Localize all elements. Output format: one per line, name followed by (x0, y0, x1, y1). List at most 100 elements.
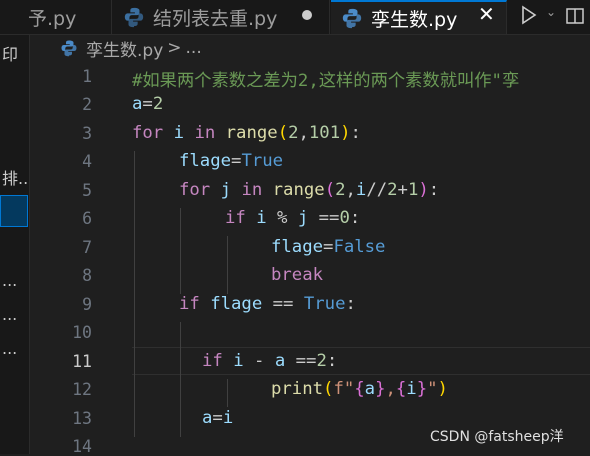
breadcrumb-file[interactable]: 孪生数.py (86, 36, 163, 61)
code-token: ( (324, 180, 336, 200)
code-token: i (233, 351, 244, 371)
line-number: 2 (82, 95, 92, 114)
code-token: a (132, 94, 143, 114)
tab-2[interactable]: 结列表去重.py (113, 0, 330, 34)
tab-1[interactable]: 予.py (0, 0, 112, 34)
line-number: 6 (82, 209, 92, 228)
code-token: == (308, 208, 340, 228)
code-line[interactable]: for j in range(2,i//2+1): (179, 180, 439, 200)
current-line-highlight (132, 347, 590, 375)
tab-label: 孪生数.py (371, 8, 458, 31)
line-number-current: 11 (72, 352, 92, 371)
code-line[interactable]: if flage == True: (179, 294, 356, 314)
sidebar-selected-item[interactable] (0, 195, 28, 227)
code-token: in (194, 123, 216, 143)
code-token: , (298, 123, 309, 143)
line-number: 8 (82, 266, 92, 285)
code-token: - (243, 351, 275, 371)
code-token: print (271, 379, 324, 399)
code-token: : (350, 123, 361, 143)
python-file-icon (124, 7, 144, 28)
code-token: False (333, 237, 386, 257)
code-token: a (202, 408, 213, 428)
line-number: 10 (72, 323, 92, 342)
code-token: { (395, 379, 407, 399)
code-token: j (220, 180, 232, 200)
line-number: 13 (72, 409, 92, 428)
indent-guide (180, 208, 181, 294)
breadcrumb[interactable]: 孪生数.py > ... (60, 36, 202, 61)
code-line[interactable]: for i in range(2,101): (132, 123, 361, 143)
code-token: i (173, 123, 185, 143)
code-line[interactable]: if i % j ==0: (225, 208, 360, 228)
code-token: } (416, 379, 428, 399)
code-token: = (142, 94, 153, 114)
code-token: == (285, 351, 317, 371)
indent-guide (180, 322, 181, 437)
sidebar-fragment[interactable]: ... (2, 271, 17, 290)
code-token: if (225, 208, 246, 228)
sidebar-fragment[interactable]: ... (2, 339, 17, 358)
code-token: 0 (339, 208, 350, 228)
code-token: flage (210, 294, 263, 314)
code-token: for (179, 180, 211, 200)
code-token: + (397, 180, 408, 200)
sidebar-fragment[interactable]: ... (2, 305, 17, 324)
line-number: 14 (72, 437, 92, 456)
code-token: for (132, 123, 164, 143)
code-line[interactable]: flage=False (271, 237, 385, 257)
split-editor-icon[interactable] (565, 6, 585, 26)
code-line[interactable]: a=2 (132, 94, 163, 114)
chevron-down-icon[interactable]: ⌄ (546, 5, 556, 19)
code-token: #如果两个素数之差为2,这样的两个素数就叫作"孪 (132, 71, 520, 91)
code-token: : (428, 180, 440, 200)
line-number: 5 (82, 181, 92, 200)
line-number: 1 (82, 67, 92, 86)
code-token: ( (277, 123, 289, 143)
code-token: 1 (407, 180, 419, 200)
code-line[interactable]: flage=True (179, 151, 283, 171)
run-icon[interactable] (520, 4, 538, 26)
watermark: CSDN @fatsheep洋 (430, 429, 564, 445)
code-line[interactable]: if i - a ==2: (202, 351, 337, 371)
code-token: % (266, 208, 298, 228)
line-number: 3 (82, 124, 92, 143)
code-token: range (272, 180, 325, 200)
code-token: , (345, 180, 356, 200)
code-token: = (212, 408, 223, 428)
code-token: 101 (308, 123, 341, 143)
code-token: : (326, 351, 338, 371)
line-number: 7 (82, 238, 92, 257)
tab-label: 结列表去重.py (153, 7, 278, 30)
code-token: flage (271, 237, 324, 257)
code-token: if (179, 294, 200, 314)
code-line[interactable]: #如果两个素数之差为2,这样的两个素数就叫作"孪 (132, 66, 519, 91)
line-number: 4 (82, 152, 92, 171)
tab-label: 予.py (28, 7, 77, 30)
code-token: // (366, 180, 388, 200)
close-icon[interactable]: ✕ (478, 2, 495, 26)
code-token: = (231, 151, 242, 171)
sidebar-fragment[interactable]: 排... (2, 165, 29, 189)
code-token: : (349, 208, 361, 228)
code-line[interactable]: a=i (202, 408, 233, 428)
code-token: i (406, 379, 417, 399)
code-token: i (222, 408, 234, 428)
code-token: a (364, 379, 376, 399)
code-token: True (303, 294, 346, 314)
breadcrumb-more[interactable]: ... (186, 38, 202, 58)
code-token: flage (179, 151, 232, 171)
code-token: j (297, 208, 309, 228)
indent-guide (134, 151, 135, 437)
code-token: { (354, 379, 365, 399)
code-token: : (345, 294, 356, 314)
code-line[interactable]: break (271, 265, 323, 285)
code-line[interactable]: print(f"{a},{i}") (271, 379, 448, 399)
code-token: in (241, 180, 263, 200)
line-number: 12 (72, 380, 92, 399)
